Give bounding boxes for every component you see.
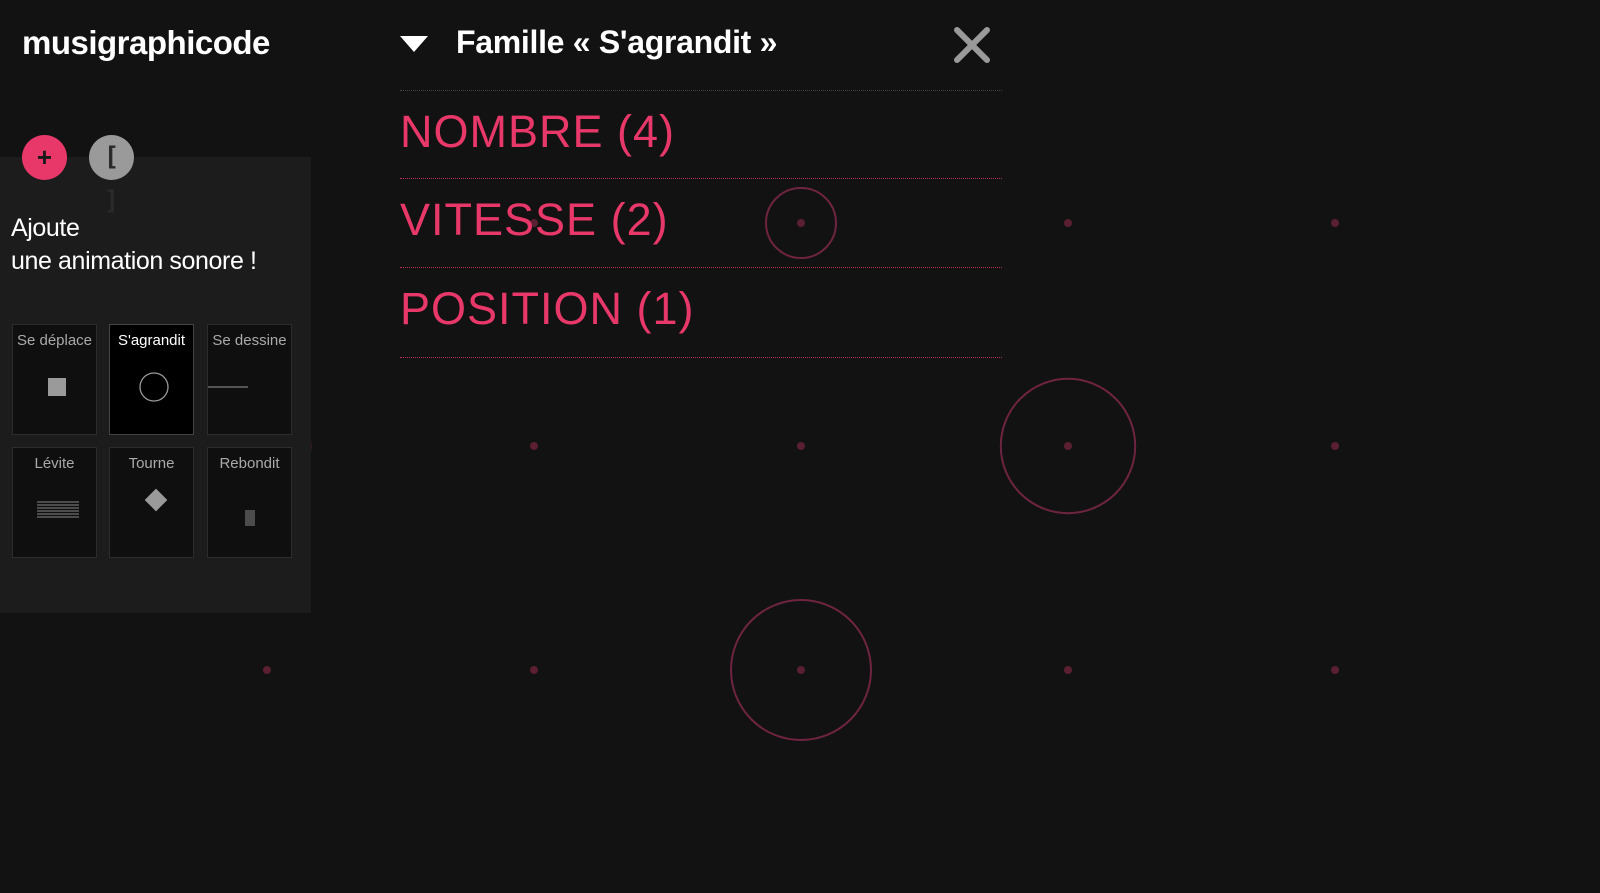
brackets-button[interactable]: [ ] — [89, 135, 134, 216]
grid-dot — [797, 666, 805, 674]
grid-dot — [530, 442, 538, 450]
param-vitesse[interactable]: VITESSE (2) — [400, 194, 1002, 254]
line-icon — [208, 386, 248, 388]
family-dropdown-header: Famille « S'agrandit » — [400, 22, 1000, 66]
family-tile-se-deplace[interactable]: Se déplace — [12, 324, 97, 435]
param-label: NOMBRE — [400, 106, 604, 157]
family-tile-label: Se dessine — [212, 332, 287, 349]
grid-dot — [1064, 666, 1072, 674]
param-count: (2) — [610, 194, 669, 245]
horizontal-lines-icon — [37, 501, 79, 518]
family-tile-tourne[interactable]: Tourne — [109, 447, 194, 558]
grid-dot — [1331, 666, 1339, 674]
family-tile-levite[interactable]: Lévite — [12, 447, 97, 558]
param-nombre[interactable]: NOMBRE (4) — [400, 106, 1002, 166]
param-divider — [400, 267, 1002, 268]
panel-heading-line-2: une animation sonore ! — [11, 247, 257, 275]
square-icon — [48, 378, 66, 396]
family-tile-label: Tourne — [128, 455, 175, 472]
param-position[interactable]: POSITION (1) — [400, 283, 1002, 343]
param-count: (1) — [636, 283, 695, 334]
param-label: POSITION — [400, 283, 624, 334]
vertical-lines-icon — [245, 510, 255, 526]
family-tile-label: Se déplace — [16, 332, 93, 349]
family-tile-sagrandit[interactable]: S'agrandit — [109, 324, 194, 435]
param-label: VITESSE — [400, 194, 598, 245]
family-tile-label: Lévite — [34, 455, 75, 472]
grid-dot — [797, 442, 805, 450]
grid-dot — [530, 666, 538, 674]
panel-heading: Ajoute une animation sonore ! — [11, 212, 306, 278]
panel-heading-line-1: Ajoute — [11, 214, 80, 242]
grid-dot — [263, 666, 271, 674]
family-tile-label: Rebondit — [219, 455, 280, 472]
header-divider — [400, 90, 1002, 91]
grid-dot — [1064, 219, 1072, 227]
family-tile-se-dessine[interactable]: Se dessine — [207, 324, 292, 435]
diamond-icon — [144, 488, 168, 512]
param-count: (4) — [617, 106, 676, 157]
close-icon[interactable] — [952, 25, 992, 65]
param-divider — [400, 357, 1002, 358]
family-tile-rebondit[interactable]: Rebondit — [207, 447, 292, 558]
family-tile-label: S'agrandit — [117, 332, 186, 349]
app-title: musigraphicode — [22, 24, 270, 61]
grid-dot — [1064, 442, 1072, 450]
grid-dot — [1331, 442, 1339, 450]
family-title: Famille « S'agrandit » — [456, 24, 778, 60]
circle-icon — [139, 372, 169, 402]
add-animation-button[interactable]: + — [22, 135, 67, 180]
param-divider — [400, 178, 1002, 179]
collapse-triangle-icon[interactable] — [400, 36, 428, 52]
grid-dot — [1331, 219, 1339, 227]
